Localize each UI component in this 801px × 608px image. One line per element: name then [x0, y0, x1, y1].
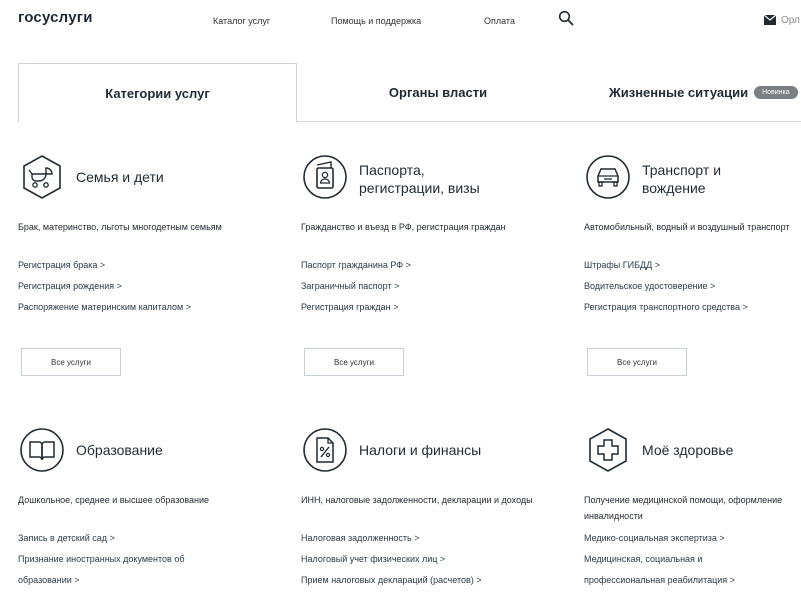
category-title[interactable]: Паспорта, — [359, 161, 425, 179]
service-link[interactable]: Признание иностранных документов об — [18, 554, 184, 564]
passport-icon[interactable] — [301, 153, 349, 201]
service-link[interactable]: Налоговый учет физических лиц > — [301, 554, 445, 564]
service-link[interactable]: Регистрация граждан > — [301, 302, 398, 312]
category-description: Автомобильный, водный и воздушный трансп… — [584, 222, 790, 232]
service-link[interactable]: Медицинская, социальная и — [584, 554, 702, 564]
mail-icon[interactable] — [764, 15, 776, 25]
category-description: Гражданство и въезд в РФ, регистрация гр… — [301, 222, 506, 232]
all-services-button[interactable]: Все услуги — [587, 348, 687, 376]
stroller-icon[interactable] — [18, 153, 66, 201]
tab-label: Категории услуг — [105, 85, 210, 101]
search-icon[interactable] — [558, 10, 574, 26]
category-description: Дошкольное, среднее и высшее образование — [18, 495, 210, 505]
tab-life-situations[interactable]: Жизненные ситуации Новинка — [579, 63, 801, 122]
service-link[interactable]: Распоряжение материнским капиталом > — [18, 302, 191, 312]
category-title-line2[interactable]: вождение — [642, 179, 706, 197]
service-link[interactable]: Регистрация рождения > — [18, 281, 122, 291]
new-badge: Новинка — [754, 86, 798, 99]
category-title[interactable]: Налоги и финансы — [359, 441, 481, 459]
service-link[interactable]: Штрафы ГИБДД > — [584, 260, 660, 270]
all-services-button[interactable]: Все услуги — [21, 348, 121, 376]
gosuslugi-logo[interactable]: госуслуги — [18, 9, 93, 26]
nav-payment-link[interactable]: Оплата — [484, 16, 515, 26]
service-link[interactable]: Паспорт гражданина РФ > — [301, 260, 411, 270]
top-header: госуслуги Каталог услуг Помощь и поддерж… — [0, 0, 801, 40]
nav-catalog-link[interactable]: Каталог услуг — [213, 16, 270, 26]
service-link[interactable]: Регистрация брака > — [18, 260, 105, 270]
tab-label: Жизненные ситуации — [609, 85, 749, 100]
category-tabs: Категории услуг Органы власти Жизненные … — [18, 63, 801, 123]
tax-document-icon[interactable] — [301, 426, 349, 474]
book-icon[interactable] — [18, 426, 66, 474]
tab-service-categories[interactable]: Категории услуг — [18, 63, 297, 123]
category-description: Брак, материнство, льготы многодетным се… — [18, 222, 222, 232]
service-link[interactable]: Прием налоговых деклараций (расчетов) > — [301, 575, 482, 585]
service-link[interactable]: образовании > — [18, 575, 80, 585]
tab-label: Органы власти — [388, 85, 488, 100]
service-link[interactable]: Регистрация транспортного средства > — [584, 302, 748, 312]
category-description: ИНН, налоговые задолженности, декларации… — [301, 495, 533, 505]
medical-cross-icon[interactable] — [584, 426, 632, 474]
category-title[interactable]: Транспорт и — [642, 161, 721, 179]
service-link[interactable]: Заграничный паспорт > — [301, 281, 399, 291]
user-name-link[interactable]: Орл — [781, 15, 800, 26]
car-icon[interactable] — [584, 153, 632, 201]
category-title-line2[interactable]: регистрации, визы — [359, 179, 480, 197]
service-link[interactable]: Налоговая задолженность > — [301, 533, 420, 543]
service-link[interactable]: профессиональная реабилитация > — [584, 575, 735, 585]
service-link[interactable]: Водительское удостоверение > — [584, 281, 715, 291]
nav-help-link[interactable]: Помощь и поддержка — [331, 16, 421, 26]
category-title[interactable]: Моё здоровье — [642, 441, 733, 459]
service-link[interactable]: Медико-социальная экспертиза > — [584, 533, 725, 543]
all-services-button[interactable]: Все услуги — [304, 348, 404, 376]
service-link[interactable]: Запись в детский сад > — [18, 533, 115, 543]
category-title[interactable]: Семья и дети — [76, 168, 164, 186]
tab-authorities[interactable]: Органы власти — [297, 63, 579, 122]
category-title[interactable]: Образование — [76, 441, 163, 459]
category-description: Получение медицинской помощи, оформление… — [584, 495, 783, 521]
